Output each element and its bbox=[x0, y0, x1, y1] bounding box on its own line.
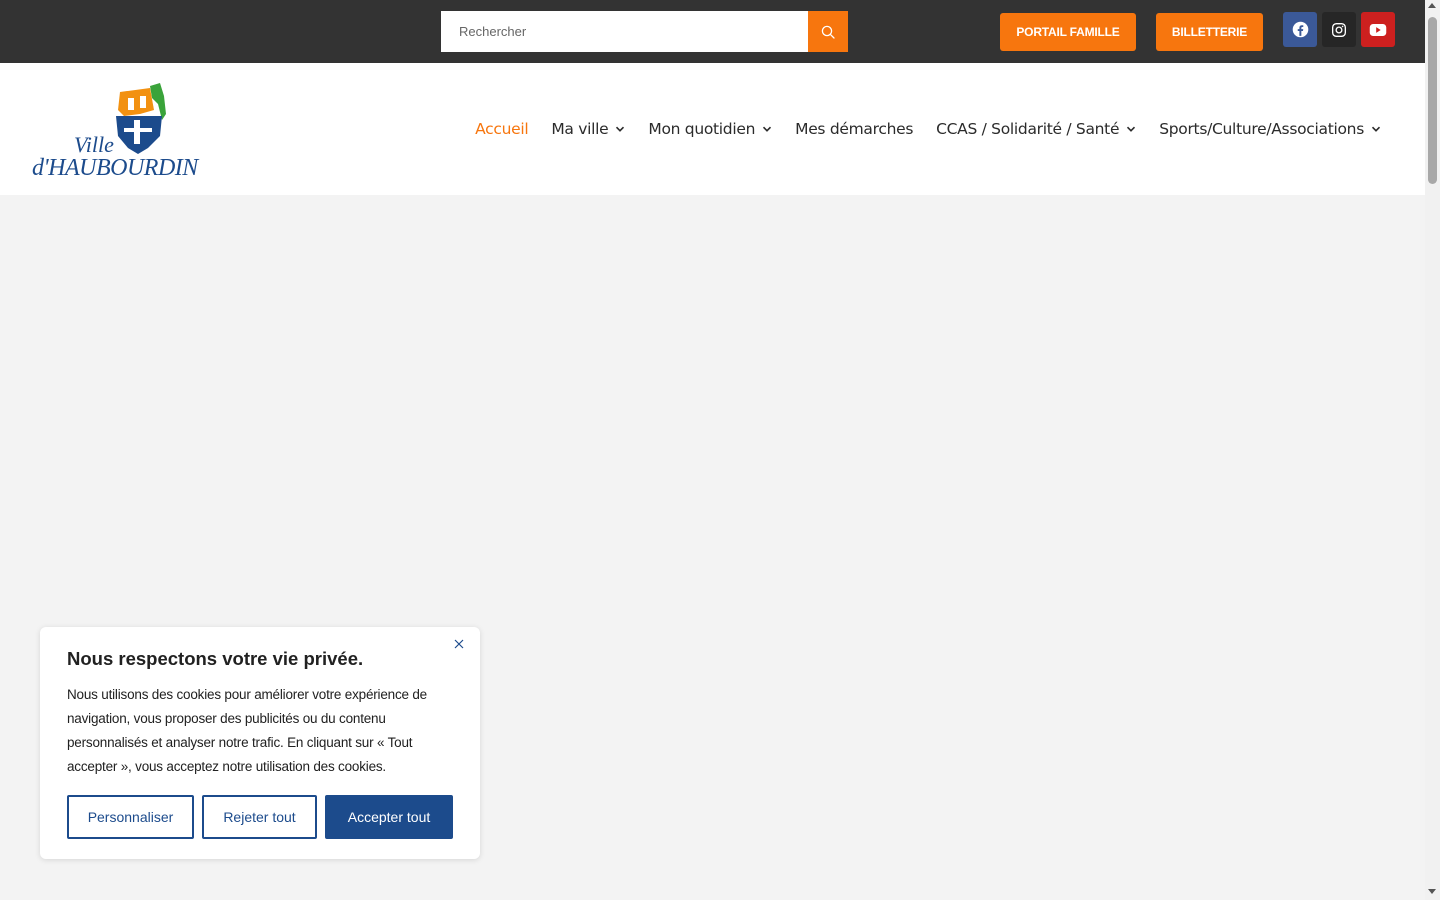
nav-item-accueil[interactable]: Accueil bbox=[475, 120, 529, 138]
cookie-title: Nous respectons votre vie privée. bbox=[67, 648, 364, 669]
nav-item-label: Ma ville bbox=[551, 120, 609, 138]
haubourdin-logo-icon: Ville d'HAUBOURDIN bbox=[32, 83, 201, 181]
nav-item-mon-quotidien[interactable]: Mon quotidien bbox=[648, 120, 772, 138]
youtube-link[interactable] bbox=[1361, 12, 1395, 47]
search-form bbox=[441, 11, 848, 52]
nav-item-sports-culture[interactable]: Sports/Culture/Associations bbox=[1159, 120, 1381, 138]
close-button[interactable] bbox=[450, 635, 468, 653]
cookie-consent-dialog: Nous respectons votre vie privée. Nous u… bbox=[40, 627, 480, 859]
svg-text:d'HAUBOURDIN: d'HAUBOURDIN bbox=[32, 155, 200, 180]
site-logo[interactable]: Ville d'HAUBOURDIN bbox=[30, 80, 208, 181]
svg-text:Ville: Ville bbox=[74, 132, 114, 157]
nav-item-ma-ville[interactable]: Ma ville bbox=[551, 120, 625, 138]
nav-item-label: Accueil bbox=[475, 120, 529, 138]
nav-item-label: CCAS / Solidarité / Santé bbox=[936, 120, 1120, 138]
chevron-down-icon bbox=[616, 126, 625, 132]
scrollbar-thumb[interactable] bbox=[1428, 17, 1437, 184]
billetterie-button[interactable]: BILLETTERIE bbox=[1156, 13, 1263, 51]
nav-item-label: Sports/Culture/Associations bbox=[1159, 120, 1364, 138]
portail-famille-button[interactable]: PORTAIL FAMILLE bbox=[1000, 13, 1136, 51]
scroll-up-arrow-icon[interactable] bbox=[1428, 3, 1436, 8]
nav-item-ccas[interactable]: CCAS / Solidarité / Santé bbox=[936, 120, 1136, 138]
chevron-down-icon bbox=[1127, 126, 1136, 132]
accept-all-button[interactable]: Accepter tout bbox=[325, 795, 453, 839]
youtube-icon bbox=[1369, 23, 1387, 36]
chevron-down-icon bbox=[1371, 126, 1381, 132]
main-nav: Accueil Ma ville Mon quotidien Mes démar… bbox=[452, 63, 1381, 195]
nav-item-mes-demarches[interactable]: Mes démarches bbox=[795, 120, 913, 138]
scroll-down-arrow-icon[interactable] bbox=[1428, 889, 1436, 894]
search-icon bbox=[821, 25, 835, 39]
search-button[interactable] bbox=[808, 11, 848, 52]
close-icon bbox=[454, 639, 464, 649]
instagram-icon bbox=[1332, 22, 1346, 37]
nav-item-label: Mes démarches bbox=[795, 120, 914, 138]
instagram-link[interactable] bbox=[1322, 12, 1356, 47]
nav-item-label: Mon quotidien bbox=[648, 120, 756, 138]
search-input[interactable] bbox=[441, 11, 808, 52]
customize-button[interactable]: Personnaliser bbox=[67, 795, 194, 839]
facebook-link[interactable] bbox=[1283, 12, 1317, 47]
top-bar: PORTAIL FAMILLE BILLETTERIE bbox=[0, 0, 1425, 63]
facebook-icon bbox=[1292, 21, 1308, 38]
reject-all-button[interactable]: Rejeter tout bbox=[202, 795, 317, 839]
page-scrollbar[interactable] bbox=[1425, 0, 1440, 900]
chevron-down-icon bbox=[763, 126, 772, 132]
cookie-description: Nous utilisons des cookies pour améliore… bbox=[67, 687, 427, 774]
site-header: Ville d'HAUBOURDIN Accueil Ma ville Mon … bbox=[0, 63, 1425, 195]
